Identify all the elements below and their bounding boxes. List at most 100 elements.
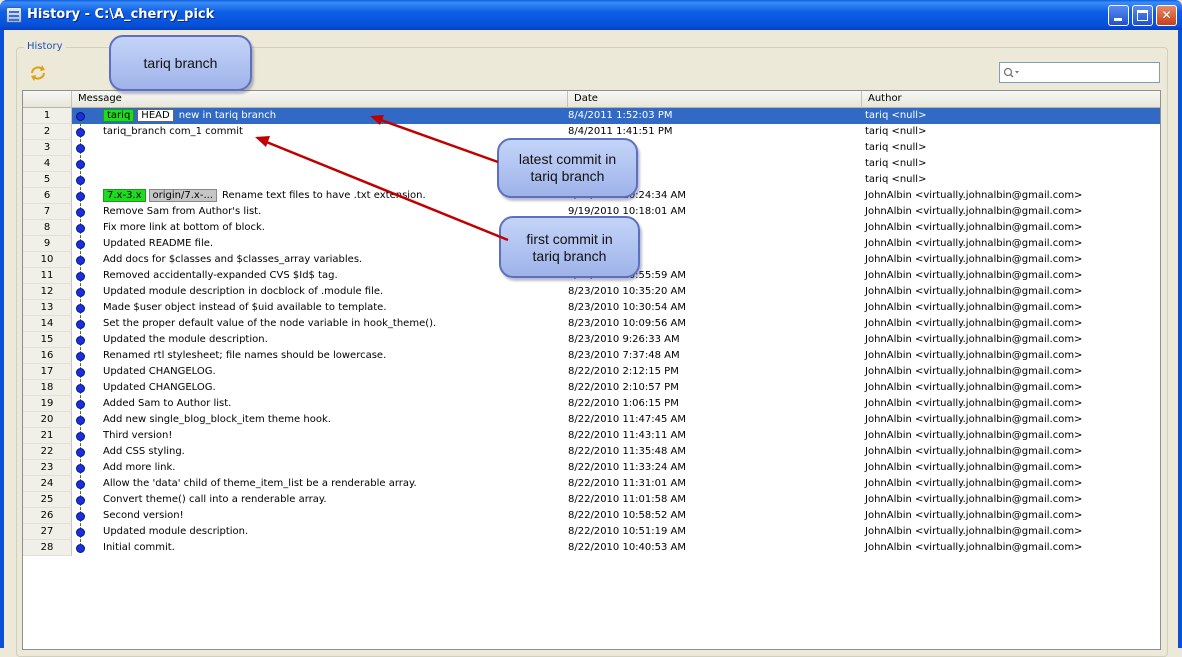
commit-dot-icon bbox=[76, 144, 85, 153]
latest-commit-callout-line2: tariq branch bbox=[530, 168, 605, 184]
column-header-date[interactable]: Date bbox=[568, 91, 862, 108]
commit-message: 7.x-3.x origin/7.x-... Rename text files t… bbox=[103, 188, 563, 204]
table-row[interactable]: 16 Renamed rtl stylesheet; file names sho… bbox=[23, 348, 1160, 364]
table-row[interactable]: 17 Updated CHANGELOG. 8/22/2010 2:12:15 PM… bbox=[23, 364, 1160, 380]
close-button[interactable]: ✕ bbox=[1156, 5, 1177, 26]
maximize-icon bbox=[1137, 10, 1148, 21]
table-row[interactable]: 1 tariq HEAD new in tariq branch 8/4/2011 1:… bbox=[23, 108, 1160, 124]
table-row[interactable]: 21 Third version! 8/22/2010 11:43:11 AM Joh… bbox=[23, 428, 1160, 444]
commit-graph-cell bbox=[72, 540, 98, 556]
row-number: 3 bbox=[23, 140, 72, 156]
column-header-number[interactable] bbox=[23, 91, 72, 108]
commit-message-text: Added Sam to Author list. bbox=[103, 398, 232, 409]
table-row[interactable]: 18 Updated CHANGELOG. 8/22/2010 2:10:57 PM… bbox=[23, 380, 1160, 396]
history-app-icon bbox=[6, 7, 22, 23]
commit-dot-icon bbox=[76, 224, 85, 233]
table-row[interactable]: 14 Set the proper default value of the no… bbox=[23, 316, 1160, 332]
row-number: 1 bbox=[23, 108, 72, 124]
commit-graph-cell bbox=[72, 220, 98, 236]
table-row[interactable]: 25 Convert theme() call into a renderable… bbox=[23, 492, 1160, 508]
commit-author: JohnAlbin <virtually.johnalbin@gmail.com… bbox=[865, 542, 1083, 553]
table-row[interactable]: 23 Add more link. 8/22/2010 11:33:24 AM Joh… bbox=[23, 460, 1160, 476]
table-row[interactable]: 19 Added Sam to Author list. 8/22/2010 1:0… bbox=[23, 396, 1160, 412]
commit-date: 8/22/2010 11:35:48 AM bbox=[568, 446, 687, 457]
title-bar[interactable]: History - C:\A_cherry_pick ✕ bbox=[0, 0, 1182, 30]
maximize-button[interactable] bbox=[1132, 5, 1153, 26]
commit-message: Updated the module description. bbox=[103, 332, 563, 348]
commit-graph-cell bbox=[72, 268, 98, 284]
row-number: 24 bbox=[23, 476, 72, 492]
table-row[interactable]: 26 Second version! 8/22/2010 10:58:52 AM Jo… bbox=[23, 508, 1160, 524]
commit-dot-icon bbox=[76, 400, 85, 409]
refresh-icon[interactable] bbox=[29, 64, 47, 82]
commit-author: JohnAlbin <virtually.johnalbin@gmail.com… bbox=[865, 382, 1083, 393]
row-number: 5 bbox=[23, 172, 72, 188]
first-commit-callout-line2: tariq branch bbox=[532, 248, 607, 264]
commit-author: JohnAlbin <virtually.johnalbin@gmail.com… bbox=[865, 366, 1083, 377]
commit-message-text: Add CSS styling. bbox=[103, 446, 185, 457]
history-group-label: History bbox=[24, 41, 66, 52]
commit-message: Updated README file. bbox=[103, 236, 563, 252]
commit-author: tariq <null> bbox=[865, 110, 927, 121]
commit-author: JohnAlbin <virtually.johnalbin@gmail.com… bbox=[865, 526, 1083, 537]
commit-author: JohnAlbin <virtually.johnalbin@gmail.com… bbox=[865, 190, 1083, 201]
row-number: 27 bbox=[23, 524, 72, 540]
column-header-message[interactable]: Message bbox=[72, 91, 568, 108]
commit-message-text: Updated the module description. bbox=[103, 334, 268, 345]
commit-author: JohnAlbin <virtually.johnalbin@gmail.com… bbox=[865, 430, 1083, 441]
commit-author: JohnAlbin <virtually.johnalbin@gmail.com… bbox=[865, 270, 1083, 281]
commit-message: Convert theme() call into a renderable a… bbox=[103, 492, 563, 508]
commit-dot-icon bbox=[76, 336, 85, 345]
commit-message bbox=[103, 156, 563, 172]
table-row[interactable]: 15 Updated the module description. 8/23/20… bbox=[23, 332, 1160, 348]
commit-date: 8/23/2010 10:35:20 AM bbox=[568, 286, 687, 297]
row-number: 11 bbox=[23, 268, 72, 284]
commit-message: Removed accidentally-expanded CVS $Id$ t… bbox=[103, 268, 563, 284]
commit-message: Second version! bbox=[103, 508, 563, 524]
commit-graph-cell bbox=[72, 364, 98, 380]
commit-message-text: Updated CHANGELOG. bbox=[103, 382, 216, 393]
table-row[interactable]: 24 Allow the 'data' child of theme_item_l… bbox=[23, 476, 1160, 492]
commit-message-text: Renamed rtl stylesheet; file names shoul… bbox=[103, 350, 387, 361]
commit-message: Add more link. bbox=[103, 460, 563, 476]
commit-message: Add CSS styling. bbox=[103, 444, 563, 460]
commit-graph-cell bbox=[72, 524, 98, 540]
commit-graph-cell bbox=[72, 172, 98, 188]
row-number: 17 bbox=[23, 364, 72, 380]
commit-message: tariq HEAD new in tariq branch bbox=[103, 108, 563, 124]
commit-date: 8/23/2010 7:37:48 AM bbox=[568, 350, 680, 361]
commit-graph-cell bbox=[72, 380, 98, 396]
commit-dot-icon bbox=[76, 240, 85, 249]
commit-graph-cell bbox=[72, 188, 98, 204]
table-row[interactable]: 20 Add new single_blog_block_item theme h… bbox=[23, 412, 1160, 428]
commit-message-text: Made $user object instead of $uid availa… bbox=[103, 302, 387, 313]
row-number: 4 bbox=[23, 156, 72, 172]
commit-graph-cell bbox=[72, 476, 98, 492]
commit-dot-icon bbox=[76, 320, 85, 329]
row-number: 26 bbox=[23, 508, 72, 524]
column-header-author[interactable]: Author bbox=[862, 91, 1159, 108]
table-row[interactable]: 28 Initial commit. 8/22/2010 10:40:53 AM Jo… bbox=[23, 540, 1160, 556]
commit-message-text: Remove Sam from Author's list. bbox=[103, 206, 262, 217]
commit-graph-cell bbox=[72, 348, 98, 364]
commit-graph-cell bbox=[72, 412, 98, 428]
minimize-button[interactable] bbox=[1108, 5, 1129, 26]
commit-dot-icon bbox=[76, 256, 85, 265]
row-number: 16 bbox=[23, 348, 72, 364]
table-row[interactable]: 27 Updated module description. 8/22/2010 1… bbox=[23, 524, 1160, 540]
table-row[interactable]: 13 Made $user object instead of $uid avai… bbox=[23, 300, 1160, 316]
commit-graph-cell bbox=[72, 124, 98, 140]
commit-message: Third version! bbox=[103, 428, 563, 444]
latest-commit-callout: latest commit in tariq branch bbox=[497, 138, 638, 198]
commit-author: JohnAlbin <virtually.johnalbin@gmail.com… bbox=[865, 398, 1083, 409]
commit-author: tariq <null> bbox=[865, 126, 927, 137]
table-row[interactable]: 22 Add CSS styling. 8/22/2010 11:35:48 AM J… bbox=[23, 444, 1160, 460]
row-number: 25 bbox=[23, 492, 72, 508]
table-row[interactable]: 12 Updated module description in docblock… bbox=[23, 284, 1160, 300]
commit-dot-icon bbox=[76, 208, 85, 217]
commit-message-text: Allow the 'data' child of theme_item_lis… bbox=[103, 478, 417, 489]
search-input[interactable] bbox=[1022, 65, 1156, 80]
commit-message: Made $user object instead of $uid availa… bbox=[103, 300, 563, 316]
search-box[interactable] bbox=[999, 62, 1160, 83]
commit-graph-cell bbox=[72, 396, 98, 412]
